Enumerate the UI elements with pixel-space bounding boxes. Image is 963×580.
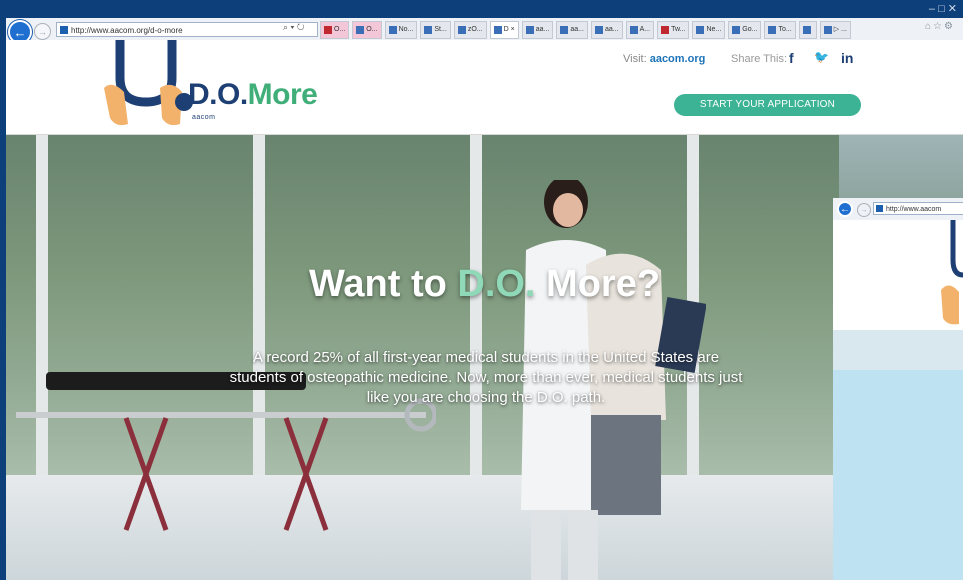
site-header: D.O.More aacom Visit: aacom.org Share Th…	[6, 40, 963, 135]
browser-tab[interactable]: O...	[352, 21, 382, 39]
stethoscope-hands-logo-icon	[104, 40, 193, 126]
tab-favicon-icon	[493, 26, 502, 34]
tab-label: Go...	[742, 26, 758, 33]
tab-label: D ×	[503, 26, 515, 33]
aacom-link: aacom.org	[649, 53, 706, 65]
browser-tab[interactable]: ▷ ...	[819, 21, 851, 39]
browser-tab[interactable]: zO...	[453, 21, 487, 39]
browser-tab[interactable]: Go...	[728, 21, 762, 39]
stethoscope-hands-logo-icon	[941, 220, 963, 325]
title-bar: – □ ✕	[0, 0, 963, 18]
logo-wordmark[interactable]: D.O.More	[188, 78, 318, 112]
logo-subtext: aacom	[192, 114, 216, 121]
window-controls[interactable]: – □ ✕	[929, 2, 957, 15]
browser-tab[interactable]: No...	[384, 21, 418, 39]
tab-label: aa...	[570, 26, 584, 33]
address-tools[interactable]: ⌕ ▾ ↻	[283, 22, 304, 33]
second-browser-window[interactable]: ← → http://www.aacom	[833, 198, 963, 580]
tab-label: O...	[366, 26, 378, 33]
tab-label: zO...	[467, 26, 483, 33]
address-url: http://www.aacom.org/d-o-more	[71, 26, 183, 35]
tab-favicon-icon	[457, 26, 466, 34]
site-favicon-icon	[60, 26, 68, 34]
back-arrow-icon: ←	[840, 203, 850, 215]
tab-favicon-icon	[594, 26, 603, 34]
tab-favicon-icon	[696, 26, 705, 34]
tab-favicon-icon	[356, 26, 365, 34]
browser-tab[interactable]: aa...	[590, 21, 623, 39]
browser-tab[interactable]: D ×	[489, 21, 519, 39]
start-application-button[interactable]: START YOUR APPLICATION	[674, 94, 861, 116]
tab-favicon-icon	[661, 26, 670, 34]
forward-button[interactable]: →	[34, 23, 51, 40]
browser-tab[interactable]: Tw...	[657, 21, 690, 39]
tab-label: To...	[778, 26, 792, 33]
tab-favicon-icon	[802, 26, 811, 34]
home-favorites-settings-icons[interactable]: ⌂☆⚙	[925, 21, 955, 32]
browser-tab[interactable]: St...	[420, 21, 451, 39]
address-bar[interactable]: http://www.aacom.org/d-o-more	[56, 22, 318, 37]
tab-label: O...	[334, 26, 346, 33]
tab-label: Tw...	[671, 26, 686, 33]
tab-favicon-icon	[823, 26, 832, 34]
tab-strip: O... O... No... St... zO... D × aa... aa... aa..…	[320, 21, 851, 39]
forward-arrow-icon: →	[38, 26, 47, 37]
site-favicon-icon	[876, 205, 883, 212]
window-pane	[699, 135, 839, 495]
web-page: D.O.More aacom Visit: aacom.org Share Th…	[6, 40, 963, 580]
tab-favicon-icon	[324, 26, 332, 34]
visit-link[interactable]: Visit: aacom.org	[623, 53, 705, 65]
tab-label: aa...	[604, 26, 619, 33]
tab-favicon-icon	[560, 26, 569, 34]
forward-arrow-icon: →	[860, 206, 868, 214]
back-arrow-icon: ←	[13, 24, 27, 40]
tab-favicon-icon	[388, 26, 397, 34]
tab-favicon-icon	[629, 26, 638, 34]
second-window-back-button[interactable]: ←	[837, 201, 853, 217]
tab-label: A...	[639, 26, 651, 33]
second-window-page-header	[833, 220, 963, 331]
tab-label: ▷ ...	[833, 26, 847, 33]
share-label: Share This:	[731, 53, 788, 65]
tab-favicon-icon	[732, 26, 741, 34]
tab-label: St...	[434, 26, 447, 33]
linkedin-icon[interactable]: in	[841, 50, 853, 66]
browser-tab[interactable]: Ne...	[692, 21, 726, 39]
tab-label: No...	[398, 26, 414, 33]
second-window-band	[833, 330, 963, 370]
tab-favicon-icon	[424, 26, 433, 34]
twitter-icon[interactable]: 🐦	[814, 50, 829, 64]
second-window-forward-button[interactable]: →	[857, 203, 871, 217]
facebook-icon[interactable]: f	[789, 50, 794, 66]
window-frame	[470, 135, 482, 495]
browser-tab[interactable]: aa...	[556, 21, 588, 39]
tab-label: Ne...	[706, 26, 722, 33]
browser-tab[interactable]: O...	[320, 21, 350, 39]
browser-tab[interactable]	[798, 21, 817, 39]
tab-label: aa...	[535, 26, 550, 33]
tab-favicon-icon	[525, 26, 534, 34]
hero-banner: Want to D.O. More? A record 25% of all f…	[6, 135, 963, 580]
tab-favicon-icon	[768, 26, 777, 34]
browser-tab[interactable]: To...	[764, 21, 796, 39]
browser-tab[interactable]: aa...	[521, 21, 554, 39]
second-window-address-bar[interactable]: http://www.aacom	[873, 202, 963, 215]
browser-tab[interactable]: A...	[625, 21, 655, 39]
hero-title: Want to D.O. More?	[308, 263, 661, 305]
hero-description: A record 25% of all first-year medical s…	[229, 349, 743, 406]
